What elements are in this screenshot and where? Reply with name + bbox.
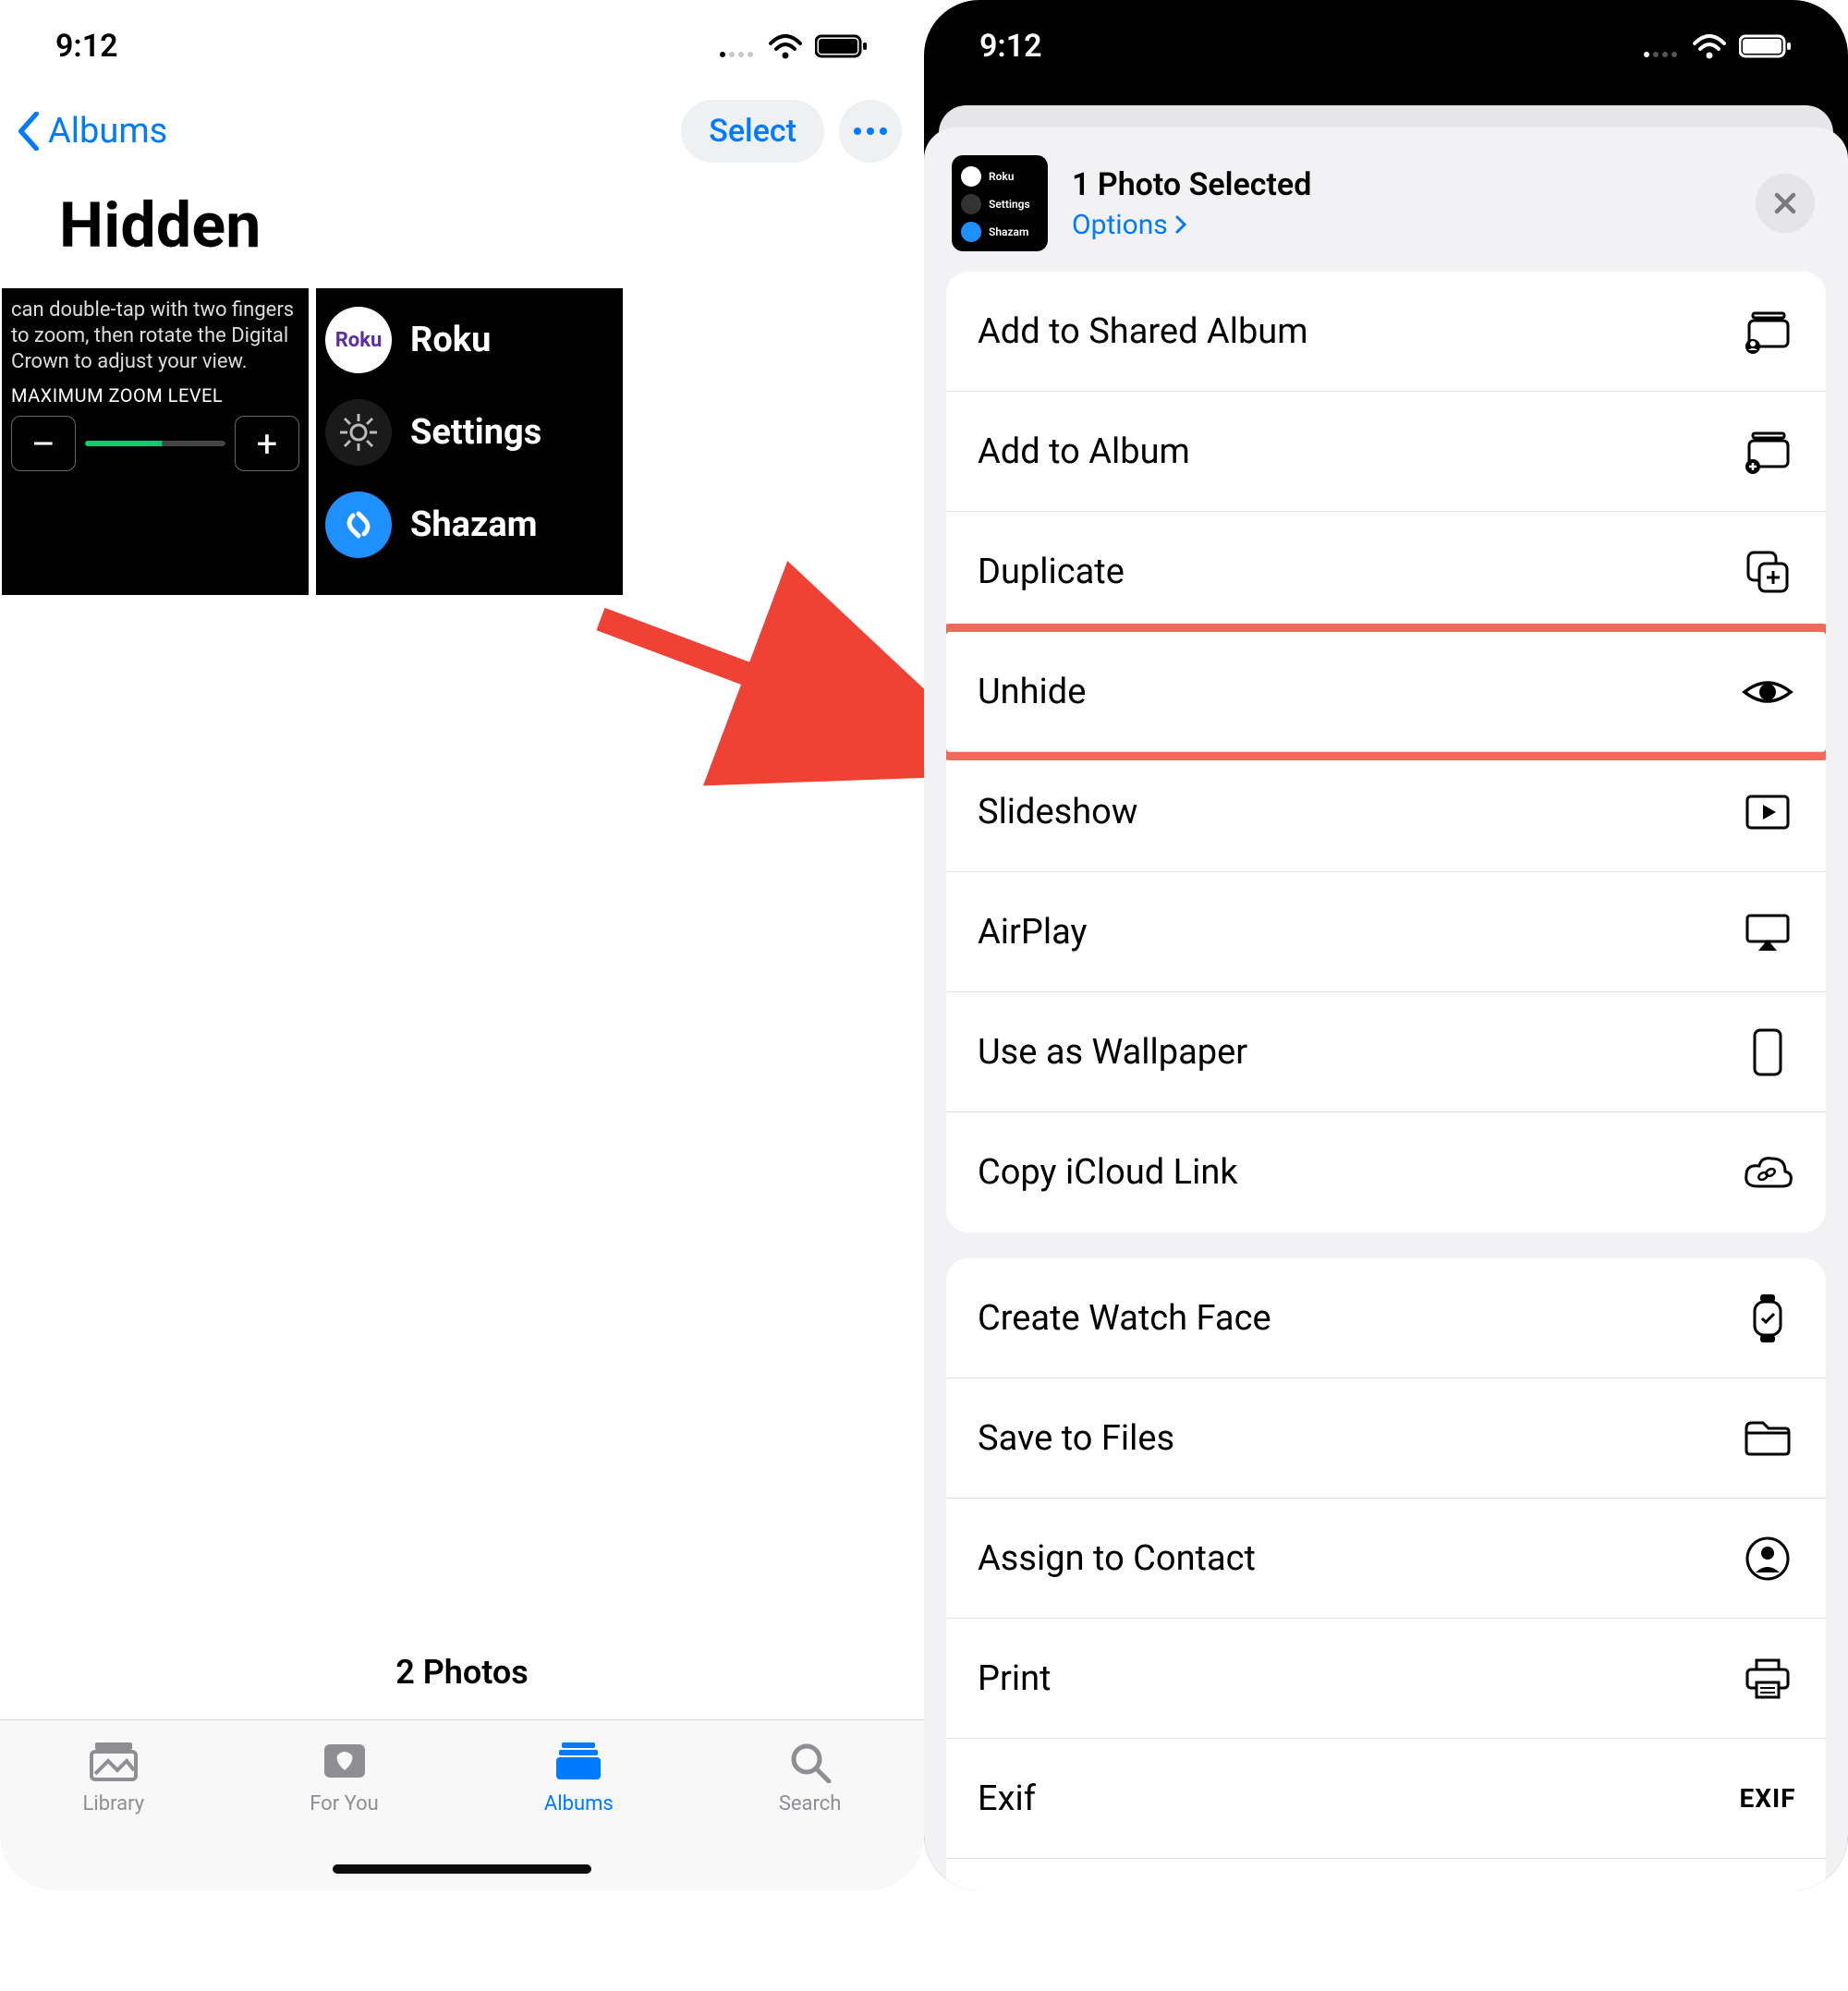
roku-icon: Roku: [325, 307, 392, 373]
phone-icon: [1741, 1026, 1794, 1079]
minus-icon: –: [11, 416, 76, 471]
duplicate-icon: [1741, 545, 1794, 599]
cloud-link-icon: [1741, 1146, 1794, 1199]
action-add-album[interactable]: Add to Album: [946, 392, 1826, 512]
actions-group-1: Add to Shared Album Add to Album Duplica…: [946, 272, 1826, 1232]
select-button[interactable]: Select: [681, 100, 824, 163]
status-bar: 9:12: [924, 0, 1848, 92]
battery-icon: [1739, 33, 1793, 59]
slider-icon: [85, 441, 225, 446]
tab-label: Library: [83, 1792, 145, 1815]
action-duplicate[interactable]: Duplicate: [946, 512, 1826, 632]
more-button[interactable]: [839, 100, 902, 163]
tab-label: Albums: [544, 1792, 614, 1815]
status-time: 9:12: [979, 28, 1042, 65]
photo-thumb[interactable]: Roku Roku Settings Shazam: [316, 288, 623, 595]
action-airplay[interactable]: AirPlay: [946, 872, 1826, 992]
action-copy-icloud[interactable]: Copy iCloud Link: [946, 1112, 1826, 1232]
eye-icon: [1741, 665, 1794, 719]
zoom-level-label: MAXIMUM ZOOM LEVEL: [11, 384, 299, 407]
app-label: Shazam: [410, 504, 538, 545]
action-print[interactable]: Print: [946, 1619, 1826, 1739]
share-sheet: Roku Settings Shazam 1 Photo Selected Op…: [924, 127, 1848, 1890]
app-label: Settings: [410, 412, 541, 453]
home-indicator[interactable]: [333, 1864, 591, 1874]
tab-library[interactable]: Library: [83, 1739, 145, 1890]
back-button[interactable]: Albums: [15, 111, 167, 152]
action-import-acrobat[interactable]: Import to Acrobat: [946, 1859, 1826, 1890]
options-button[interactable]: Options: [1072, 209, 1732, 241]
battery-icon: [815, 33, 869, 59]
selected-photo-thumb[interactable]: Roku Settings Shazam: [952, 155, 1048, 251]
watch-icon: [1741, 1292, 1794, 1345]
action-assign-contact[interactable]: Assign to Contact: [946, 1499, 1826, 1619]
printer-icon: [1741, 1652, 1794, 1706]
app-label: Roku: [410, 320, 491, 360]
tab-bar: Library For You Albums Search: [0, 1719, 924, 1890]
wifi-icon: [767, 32, 804, 60]
plus-icon: +: [235, 416, 299, 471]
status-time: 9:12: [55, 28, 118, 65]
shazam-icon: [325, 492, 392, 558]
status-bar: 9:12: [0, 0, 924, 92]
options-label: Options: [1072, 209, 1168, 241]
action-wallpaper[interactable]: Use as Wallpaper: [946, 992, 1826, 1112]
action-add-shared-album[interactable]: Add to Shared Album: [946, 272, 1826, 392]
phone-right-share-sheet: 9:12 Roku Settings Shazam 1 P: [924, 0, 1848, 1890]
thumb-caption: can double-tap with two fingers to zoom,…: [11, 297, 299, 375]
action-slideshow[interactable]: Slideshow: [946, 752, 1826, 872]
action-unhide[interactable]: Unhide: [946, 632, 1826, 752]
actions-group-2: Create Watch Face Save to Files Assign t…: [946, 1258, 1826, 1890]
cellular-icon: [719, 34, 756, 58]
play-icon: [1741, 785, 1794, 839]
contact-icon: [1741, 1532, 1794, 1585]
settings-icon: [325, 399, 392, 466]
close-button[interactable]: [1756, 174, 1815, 233]
folder-icon: [1741, 1412, 1794, 1465]
back-label: Albums: [48, 111, 167, 152]
sheet-header: Roku Settings Shazam 1 Photo Selected Op…: [946, 127, 1826, 272]
tab-label: For You: [310, 1792, 379, 1815]
photo-thumb[interactable]: can double-tap with two fingers to zoom,…: [2, 288, 309, 595]
phone-left-hidden-album: 9:12 Albums Select Hidden can d: [0, 0, 924, 1890]
page-title: Hidden: [0, 172, 924, 288]
tab-label: Search: [779, 1792, 842, 1815]
shared-album-icon: [1741, 305, 1794, 358]
action-watch-face[interactable]: Create Watch Face: [946, 1258, 1826, 1378]
photo-grid: can double-tap with two fingers to zoom,…: [0, 288, 924, 595]
tab-search[interactable]: Search: [779, 1739, 842, 1890]
photo-count: 2 Photos: [0, 1653, 924, 1692]
sheet-title: 1 Photo Selected: [1072, 166, 1732, 203]
wifi-icon: [1691, 32, 1728, 60]
action-save-files[interactable]: Save to Files: [946, 1378, 1826, 1499]
album-icon: [1741, 425, 1794, 479]
cellular-icon: [1643, 34, 1680, 58]
airplay-icon: [1741, 905, 1794, 959]
action-exif[interactable]: Exif EXIF: [946, 1739, 1826, 1859]
exif-icon: EXIF: [1741, 1772, 1794, 1826]
nav-bar: Albums Select: [0, 92, 924, 172]
